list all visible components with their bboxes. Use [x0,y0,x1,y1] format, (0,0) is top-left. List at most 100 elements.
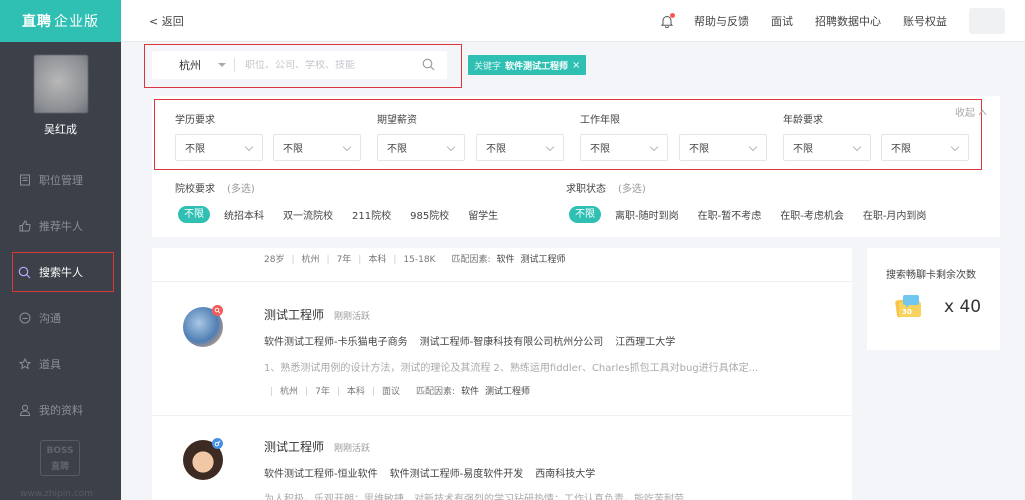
chevron-down-icon[interactable] [218,63,226,67]
status-option-within-month[interactable]: 在职-月内到岗 [863,207,927,222]
avatar[interactable] [33,55,88,113]
status-hint: (多选) [618,184,646,195]
school-option-any[interactable]: 不限 [178,206,210,223]
chat-card-title: 搜索畅聊卡剩余次数 [886,270,976,281]
school-option-211[interactable]: 211院校 [352,207,391,222]
select-value: 不限 [486,144,506,155]
back-link[interactable]: < 返回 [149,13,184,29]
meta-years: 7年 [315,387,330,397]
candidate-job-title: 测试工程师 [264,308,325,322]
education-max-select[interactable]: 不限 [273,134,361,161]
keyword-value: 软件测试工程师 [505,61,569,72]
search-icon [18,266,31,279]
partial-candidate-meta: 28岁 | 杭州 | 7年 | 本科 | 15-18K 匹配因素: 软件 测试工程师 [264,255,566,265]
results-list [152,248,852,500]
status-option-any[interactable]: 不限 [569,206,601,223]
chevron-down-icon [852,142,862,152]
meta-city: 杭州 [301,255,320,265]
sidebar-item-label: 沟通 [39,312,61,325]
active-status: 刚刚活跃 [334,444,371,454]
search-input[interactable] [245,59,405,71]
search-badge-icon [212,305,223,316]
thumbs-up-icon [18,220,31,233]
experience-label: 工作年限 [580,115,620,126]
city-select[interactable]: 杭州 [152,57,204,73]
school-options: 不限 统招本科 双一流院校 211院校 985院校 留学生 [178,206,517,223]
age-max-select[interactable]: 不限 [881,134,969,161]
school-label: 院校要求 [175,184,215,195]
footer-url: www.zhipin.com [20,489,94,499]
sidebar-item-jobs[interactable]: 职位管理 [0,157,121,203]
sidebar-item-search[interactable]: 搜索牛人 [0,249,121,295]
meta-keyword: 软件 [461,387,480,397]
meta-salary: 15-18K [403,255,436,265]
chat-icon [18,312,31,325]
chevron-down-icon [649,142,659,152]
sidebar-nav: 职位管理 推荐牛人 搜索牛人 沟通 道具 我的资料 [0,157,121,433]
collapse-label: 收起 [955,108,975,119]
school-option-985[interactable]: 985院校 [410,207,449,222]
user-name: 吴红成 [44,123,77,136]
recruit-data-link[interactable]: 招聘数据中心 [815,13,881,29]
meta-salary: 面议 [381,387,400,397]
experience-item: 软件测试工程师-恒业软件 [264,469,378,480]
sidebar-item-label: 职位管理 [39,174,83,187]
sidebar-item-recommend[interactable]: 推荐牛人 [0,203,121,249]
age-label: 年龄要求 [783,115,823,126]
sidebar-item-label: 搜索牛人 [39,266,83,279]
user-icon [18,404,31,417]
salary-label: 期望薪资 [377,115,417,126]
brand-light: 企业版 [54,14,99,30]
school-option-bachelor[interactable]: 统招本科 [224,207,264,222]
candidate-experience: 软件测试工程师-恒业软件 软件测试工程师-易度软件开发 西南科技大学 [264,465,607,480]
status-option-considering[interactable]: 在职-考虑机会 [780,207,844,222]
interview-link[interactable]: 面试 [771,13,793,29]
chevron-down-icon [342,142,352,152]
collapse-button[interactable]: 收起 [955,104,987,119]
search-icon[interactable] [422,58,435,74]
status-label: 求职状态 [566,184,606,195]
account-rights-link[interactable]: 账号权益 [903,13,947,29]
sidebar-item-label: 推荐牛人 [39,220,83,233]
select-value: 不限 [590,144,610,155]
help-feedback-link[interactable]: 帮助与反馈 [694,13,749,29]
sidebar-item-profile[interactable]: 我的资料 [0,387,121,433]
logo-line1: BOSS [46,446,74,456]
candidate-title[interactable]: 测试工程师 刚刚活跃 [264,438,370,455]
meta-keyword: 测试工程师 [485,387,531,397]
logo-line2: 直聘 [50,462,69,472]
education-label: 学历要求 [175,115,215,126]
male-badge-icon [212,438,223,449]
meta-degree: 本科 [346,387,365,397]
status-options: 不限 离职-随时到岗 在职-暂不考虑 在职-考虑机会 在职-月内到岗 [569,206,945,223]
keyword-tag: 关键字 软件测试工程师 × [468,55,587,75]
experience-max-select[interactable]: 不限 [679,134,767,161]
education-min-select[interactable]: 不限 [175,134,263,161]
svg-text:30: 30 [902,308,912,316]
star-icon [18,358,31,371]
meta-city: 杭州 [280,387,299,397]
status-option-not-considering[interactable]: 在职-暂不考虑 [698,207,762,222]
sidebar-item-chat[interactable]: 沟通 [0,295,121,341]
age-min-select[interactable]: 不限 [783,134,871,161]
status-option-available[interactable]: 离职-随时到岗 [615,207,679,222]
experience-min-select[interactable]: 不限 [580,134,668,161]
brand-logo[interactable]: 直聘 企业版 [0,0,121,42]
meta-keyword: 软件 [496,255,515,265]
sidebar-item-props[interactable]: 道具 [0,341,121,387]
experience-item: 测试工程师-智康科技有限公司杭州分公司 [419,337,604,348]
top-bar: < 返回 帮助与反馈 面试 招聘数据中心 账号权益 [121,0,1025,42]
meta-years: 7年 [336,255,352,265]
salary-min-select[interactable]: 不限 [377,134,465,161]
candidate-title[interactable]: 测试工程师 刚刚活跃 [264,306,370,323]
select-value: 不限 [891,144,911,155]
school-option-double-first-class[interactable]: 双一流院校 [283,207,333,222]
search-box: 杭州 [152,51,447,79]
school-option-overseas[interactable]: 留学生 [468,207,498,222]
bell-icon[interactable] [660,12,675,28]
keyword-close-button[interactable]: × [572,60,580,71]
top-avatar[interactable] [969,7,1005,34]
sidebar-item-label: 我的资料 [39,404,83,417]
salary-max-select[interactable]: 不限 [476,134,564,161]
select-value: 不限 [793,144,813,155]
